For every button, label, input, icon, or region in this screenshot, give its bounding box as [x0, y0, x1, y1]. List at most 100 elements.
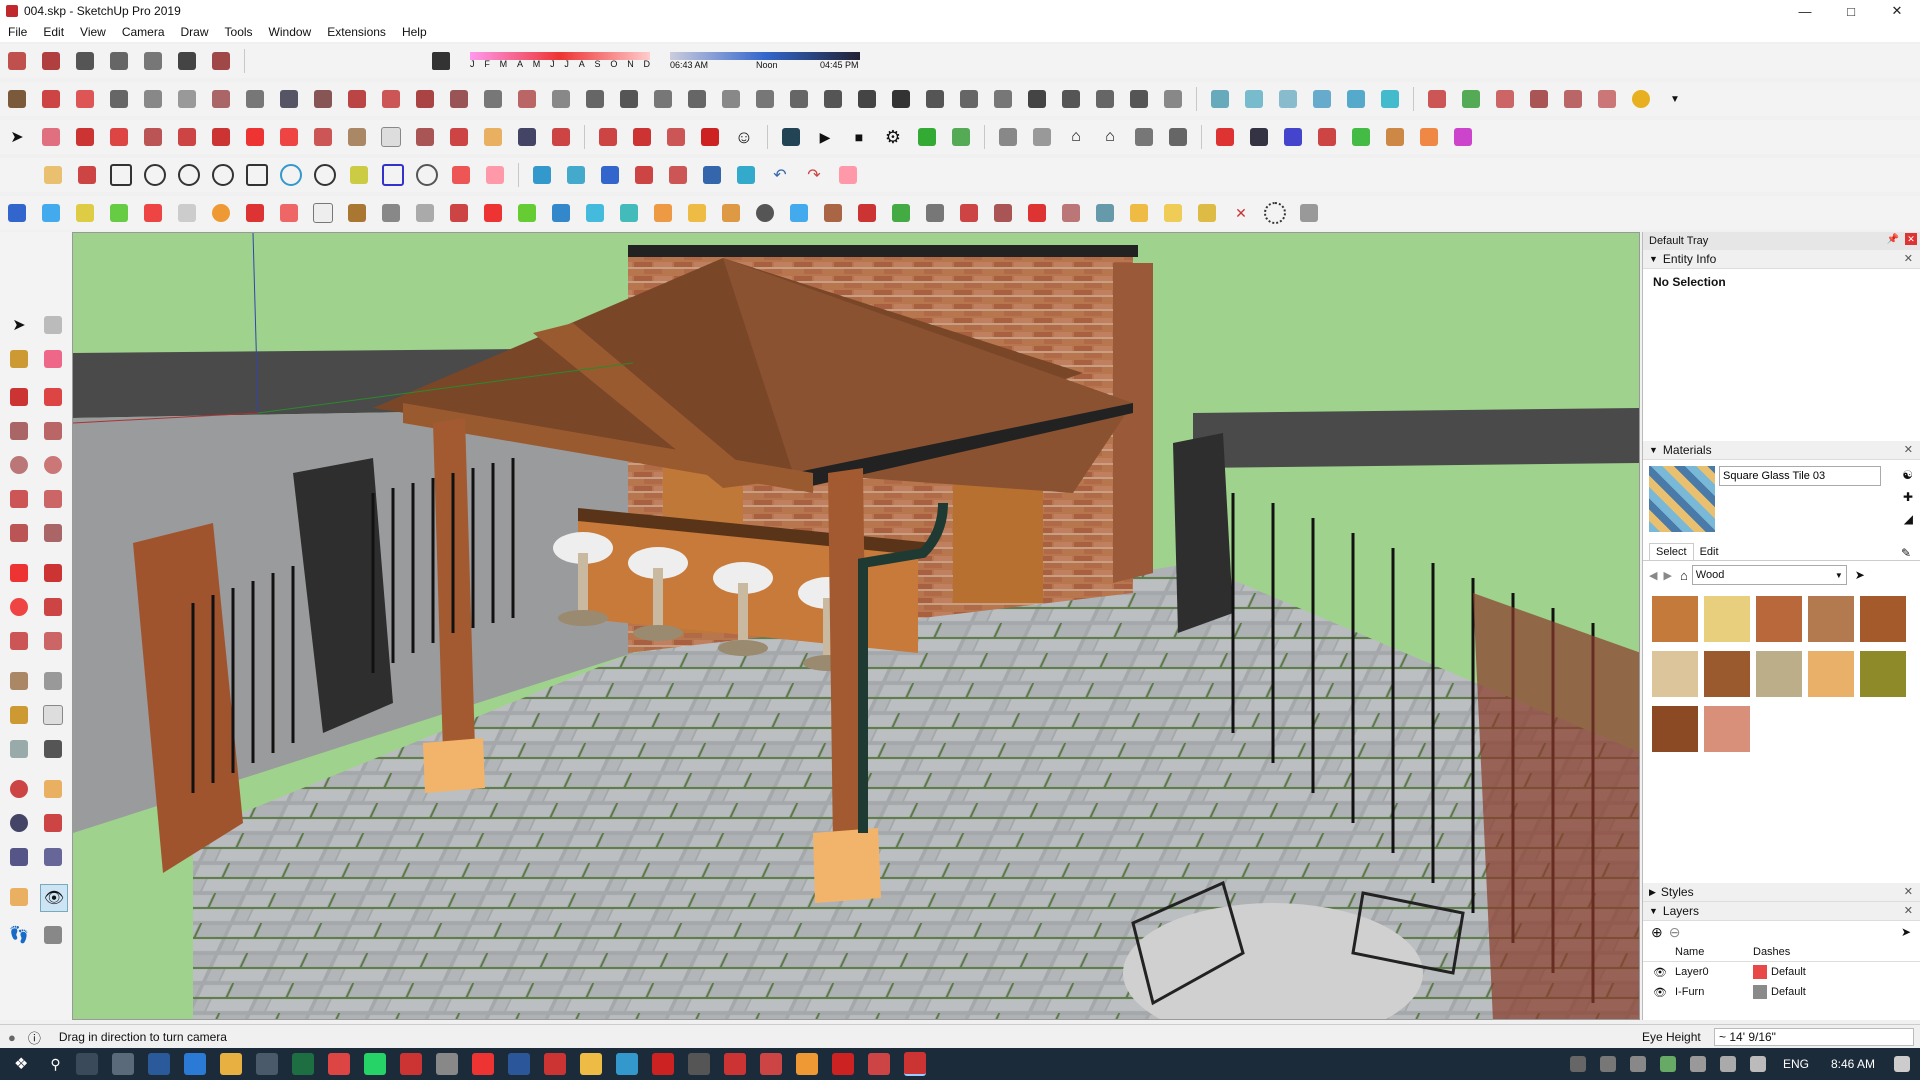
details-arrow-icon[interactable]: ➤: [1901, 925, 1911, 939]
tools-d-button[interactable]: [1024, 200, 1050, 226]
ellipse-shape-button[interactable]: [176, 162, 202, 188]
orbit-tool-button[interactable]: [446, 124, 472, 150]
pin-icon[interactable]: 📌: [1887, 234, 1899, 245]
windows-start-icon[interactable]: ❖: [14, 1054, 28, 1074]
shape-tool-button[interactable]: [174, 86, 200, 112]
tray-app-icon[interactable]: [1569, 1056, 1586, 1072]
extension-warehouse-button[interactable]: [38, 48, 64, 74]
hatch-3-button[interactable]: [1194, 200, 1220, 226]
pie-tool[interactable]: [40, 520, 66, 546]
file-explorer-icon[interactable]: [219, 1053, 242, 1075]
plugin-tool-4-button[interactable]: [1526, 86, 1552, 112]
sandbox-tool-button[interactable]: [4, 86, 30, 112]
maximize-button[interactable]: □: [1828, 0, 1874, 22]
pen-tool-button[interactable]: [514, 86, 540, 112]
stop-button[interactable]: ■: [846, 124, 872, 150]
twist-tool-button[interactable]: [1092, 86, 1118, 112]
connect-button[interactable]: [699, 162, 725, 188]
material-swatch[interactable]: [1652, 651, 1698, 697]
sticky-notes-icon[interactable]: [579, 1053, 602, 1075]
iso-view-button[interactable]: [1207, 86, 1233, 112]
pipe-tool-button[interactable]: [446, 86, 472, 112]
curve-red-button[interactable]: [854, 200, 880, 226]
account-button[interactable]: ☺: [731, 124, 757, 150]
loop-button[interactable]: [752, 200, 778, 226]
plugin-tool-3-button[interactable]: [1492, 86, 1518, 112]
wireframe-style-button[interactable]: [1029, 124, 1055, 150]
eraser-tool[interactable]: [40, 346, 66, 372]
oval-shape-button[interactable]: [210, 162, 236, 188]
search-icon[interactable]: ⚲: [50, 1056, 60, 1073]
knife-tool-button[interactable]: [752, 86, 778, 112]
paint-bucket-button[interactable]: [412, 124, 438, 150]
eye-icon[interactable]: 👁: [1653, 966, 1675, 979]
zoom-extents-button[interactable]: [548, 124, 574, 150]
tools-e-button[interactable]: [1058, 200, 1084, 226]
close-icon[interactable]: ✕: [1904, 252, 1913, 265]
app-icon[interactable]: [687, 1053, 710, 1075]
taskbar-clock[interactable]: 8:46 AM: [1831, 1057, 1875, 1071]
undo-button[interactable]: ↶: [767, 162, 793, 188]
cone-button[interactable]: [582, 200, 608, 226]
library-dropdown[interactable]: Wood ▼: [1691, 565, 1847, 585]
extrude-red-button[interactable]: [140, 200, 166, 226]
arc-draw-button[interactable]: [106, 124, 132, 150]
section-plane-tool[interactable]: [40, 922, 66, 948]
wall-tool-button[interactable]: [990, 86, 1016, 112]
sphere-tool-button[interactable]: [1058, 86, 1084, 112]
language-indicator[interactable]: ENG: [1783, 1057, 1809, 1071]
extrude-yellow-button[interactable]: [72, 200, 98, 226]
stack-button[interactable]: [665, 162, 691, 188]
cross-red-button[interactable]: [480, 200, 506, 226]
menu-tools[interactable]: Tools: [217, 25, 261, 39]
arc-shape-button[interactable]: [278, 162, 304, 188]
volume-icon[interactable]: [1749, 1056, 1766, 1072]
material-thumbnail[interactable]: [1649, 466, 1715, 532]
menu-help[interactable]: Help: [394, 25, 435, 39]
plugin-c-button[interactable]: [1280, 124, 1306, 150]
text-tool[interactable]: [40, 702, 66, 728]
menu-window[interactable]: Window: [261, 25, 320, 39]
line-tool-button[interactable]: [344, 86, 370, 112]
axes-tool[interactable]: [6, 736, 32, 762]
redo-button[interactable]: ↷: [801, 162, 827, 188]
tools-b-button[interactable]: [956, 200, 982, 226]
move-tool[interactable]: [6, 560, 32, 586]
follow-me-tool[interactable]: [40, 594, 66, 620]
globe-tool-button[interactable]: [276, 86, 302, 112]
circle-tool[interactable]: [6, 452, 32, 478]
print-button[interactable]: [140, 48, 166, 74]
section-fill-button[interactable]: [948, 124, 974, 150]
tab-edit[interactable]: Edit: [1694, 544, 1725, 560]
battery-icon[interactable]: [1689, 1056, 1706, 1072]
building-tool-button[interactable]: [480, 86, 506, 112]
mirror-button[interactable]: [733, 162, 759, 188]
rotate-tool-button[interactable]: [276, 124, 302, 150]
explode-button[interactable]: [529, 162, 555, 188]
layout-button[interactable]: [106, 48, 132, 74]
share-tool-button[interactable]: [663, 124, 689, 150]
material-swatch[interactable]: [1652, 596, 1698, 642]
entity-info-header[interactable]: ▼ Entity Info ✕: [1643, 250, 1920, 269]
select-tool[interactable]: ➤: [6, 312, 32, 338]
rotated-rectangle-tool[interactable]: [40, 418, 66, 444]
mesh-tool-button[interactable]: [242, 86, 268, 112]
photoshop-icon[interactable]: [147, 1053, 170, 1075]
layer-color-swatch[interactable]: [1753, 985, 1767, 999]
extrude-cyan-button[interactable]: [38, 200, 64, 226]
add-layer-icon[interactable]: ⊕: [1651, 924, 1663, 941]
walk-tool[interactable]: 👣: [6, 922, 32, 948]
align-button[interactable]: [597, 162, 623, 188]
layer-row[interactable]: 👁 Layer0 Default: [1643, 962, 1920, 982]
warehouse-tool-button[interactable]: [595, 124, 621, 150]
close-icon[interactable]: ✕: [1904, 443, 1913, 456]
tray-app-icon[interactable]: [1659, 1056, 1676, 1072]
warehouse-button[interactable]: [4, 48, 30, 74]
smooth-tool-button[interactable]: [74, 162, 100, 188]
plugin-d-button[interactable]: [1314, 124, 1340, 150]
plugin-f-button[interactable]: [1382, 124, 1408, 150]
top-view-button[interactable]: [1241, 86, 1267, 112]
close-button[interactable]: ✕: [1874, 0, 1920, 22]
tray-app-icon[interactable]: [1599, 1056, 1616, 1072]
tag-tool-button[interactable]: [40, 162, 66, 188]
